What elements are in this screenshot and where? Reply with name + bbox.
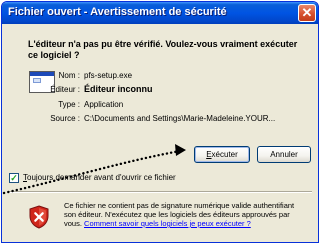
security-warning-dialog: Fichier ouvert - Avertissement de sécuri… [1,1,319,243]
execute-button-label: xécuter [211,150,238,159]
source-value: C:\Documents and Settings\Marie-Madelein… [84,114,276,123]
always-ask-checkbox[interactable]: ✓ [9,173,19,183]
type-value: Application [84,100,124,109]
type-label: Type : [58,100,80,109]
question-line-1: L'éditeur n'a pas pu être vérifié. Voule… [28,39,298,49]
cancel-button[interactable]: Annuler [257,146,311,163]
screenshot-stage: Fichier ouvert - Avertissement de sécuri… [0,0,320,244]
warning-line-3-prefix: vous. [64,219,82,228]
window-title: Fichier ouvert - Avertissement de sécuri… [8,6,227,18]
close-button[interactable]: ✕ [298,4,316,22]
always-ask-label[interactable]: Toujours demander avant d'ouvrir ce fich… [23,173,176,182]
question-line-2: ce logiciel ? [28,50,80,60]
help-link[interactable]: Comment savoir quels logiciels je peux e… [84,219,251,228]
security-question: L'éditeur n'a pas pu être vérifié. Voule… [28,39,316,61]
source-label: Source : [50,114,80,123]
unsigned-publisher-warning: Ce fichier ne contient pas de signature … [64,201,318,228]
security-shield-icon [29,205,49,229]
warning-line-2: son éditeur. N'exécutez que les logiciel… [64,210,290,219]
separator [8,191,312,193]
warning-line-1: Ce fichier ne contient pas de signature … [64,201,295,210]
warning-line-3: vous. Comment savoir quels logiciels je … [64,219,318,228]
execute-button[interactable]: Exécuter [194,146,250,163]
title-bar[interactable]: Fichier ouvert - Avertissement de sécuri… [2,2,318,24]
publisher-value: Éditeur inconnu [84,84,153,94]
publisher-label: Éditeur : [50,85,80,94]
name-value: pfs-setup.exe [84,71,133,80]
name-label: Nom : [58,71,80,80]
always-ask-label-text: oujours demander avant d'ouvrir ce fichi… [27,173,176,182]
